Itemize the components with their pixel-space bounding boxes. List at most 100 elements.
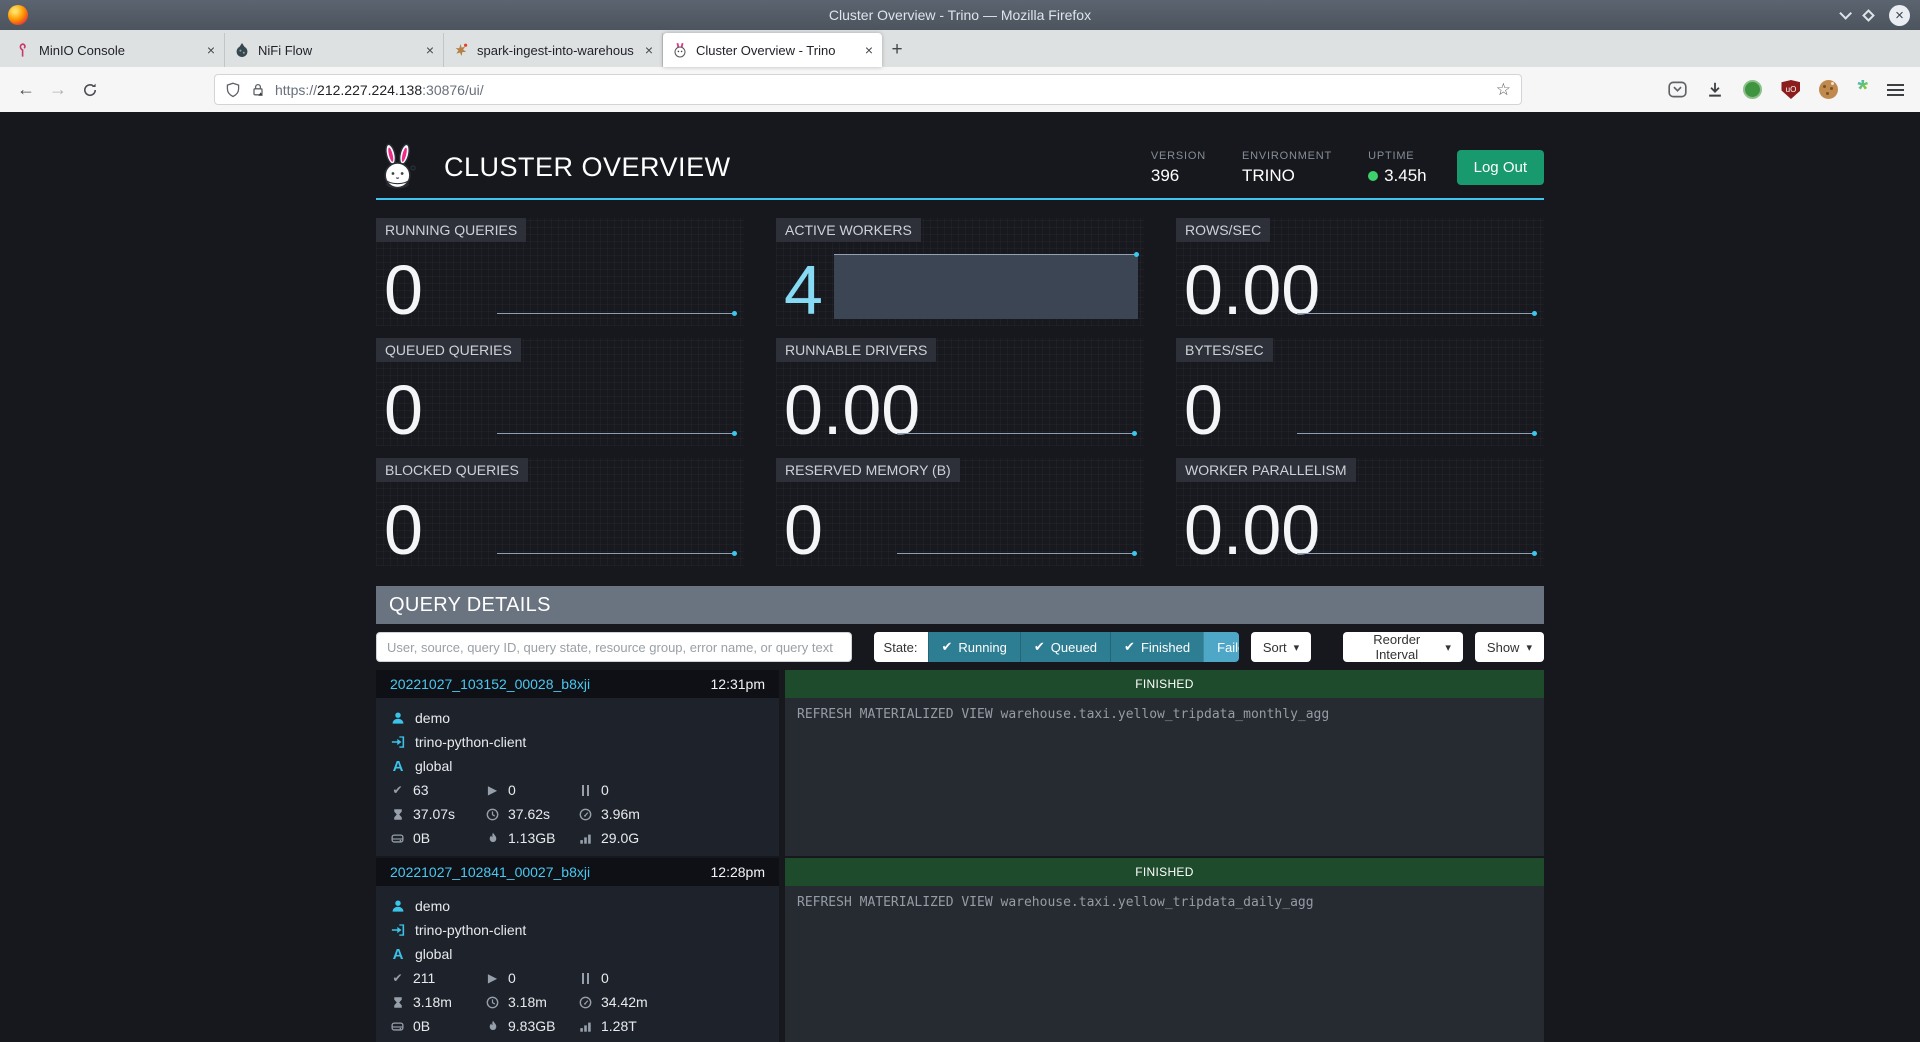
tab-bar: MinIO Console × NiFi Flow × spark-ingest… xyxy=(0,30,1920,67)
query-row: 20221027_102841_00027_b8xji 12:28pm FINI… xyxy=(376,858,1544,1042)
cpu-time-icon xyxy=(578,996,593,1009)
trino-logo xyxy=(376,142,420,194)
elapsed-time-icon xyxy=(485,996,500,1009)
window-close-icon[interactable]: × xyxy=(1889,5,1910,26)
extension-privacy-icon[interactable] xyxy=(1743,80,1762,99)
shield-icon[interactable] xyxy=(225,82,241,98)
window-maximize-icon[interactable] xyxy=(1862,9,1875,22)
tile-runnable-drivers: RUNNABLE DRIVERS 0.00 xyxy=(776,338,1144,446)
download-icon[interactable] xyxy=(1706,81,1724,99)
logout-button[interactable]: Log Out xyxy=(1457,150,1544,185)
queued-splits-icon xyxy=(578,973,593,984)
trino-page: CLUSTER OVERVIEW VERSION 396 ENVIRONMENT… xyxy=(0,112,1920,1042)
sparkline xyxy=(897,553,1135,554)
tile-queued-queries: QUEUED QUERIES 0 xyxy=(376,338,744,446)
state-running-button[interactable]: ✔ Running xyxy=(928,632,1020,662)
sparkline xyxy=(497,433,735,434)
tab-nifi-flow[interactable]: NiFi Flow × xyxy=(225,33,444,67)
query-source: trino-python-client xyxy=(415,922,526,938)
tab-cluster-overview[interactable]: Cluster Overview - Trino × xyxy=(663,33,882,67)
window-minimize-icon[interactable] xyxy=(1839,7,1852,20)
tab-title: NiFi Flow xyxy=(258,43,420,58)
back-icon[interactable]: ← xyxy=(10,74,42,106)
lock-icon[interactable] xyxy=(250,82,266,98)
chevron-down-icon: ▾ xyxy=(1526,641,1532,654)
minio-icon xyxy=(15,42,31,58)
peak-memory-icon xyxy=(485,1019,500,1033)
query-row: 20221027_103152_00028_b8xji 12:31pm FINI… xyxy=(376,670,1544,856)
query-filter-row: State: ✔ Running ✔ Queued ✔ Finished Fai… xyxy=(376,632,1544,662)
forward-icon[interactable]: → xyxy=(42,74,74,106)
menu-icon[interactable] xyxy=(1887,89,1904,91)
sparkline xyxy=(1297,433,1535,434)
new-tab-button[interactable]: + xyxy=(882,33,912,67)
query-id-link[interactable]: 20221027_103152_00028_b8xji xyxy=(390,676,590,692)
peak-memory-icon xyxy=(485,831,500,845)
tab-spark-notebook[interactable]: spark-ingest-into-warehous × xyxy=(444,33,663,67)
show-dropdown[interactable]: Show ▾ xyxy=(1475,632,1544,662)
completed-splits-icon: ✔ xyxy=(390,783,405,797)
reload-icon[interactable] xyxy=(74,74,106,106)
tab-title: Cluster Overview - Trino xyxy=(696,43,859,58)
cumulative-memory-icon xyxy=(578,832,593,845)
sort-dropdown[interactable]: Sort ▾ xyxy=(1251,632,1311,662)
tile-running-queries: RUNNING QUERIES 0 xyxy=(376,218,744,326)
user-icon xyxy=(390,899,406,913)
cookie-extension-icon[interactable] xyxy=(1819,80,1838,99)
check-icon: ✔ xyxy=(1034,639,1045,655)
search-input[interactable] xyxy=(376,632,852,662)
resource-group: global xyxy=(415,946,452,962)
url-bar[interactable]: https://212.227.224.138:30876/ui/ ☆ xyxy=(214,74,1522,105)
status-badge: FINISHED xyxy=(785,670,1544,698)
sparkline xyxy=(1297,313,1535,314)
sparkline xyxy=(897,433,1135,434)
sparkline xyxy=(497,313,735,314)
check-icon: ✔ xyxy=(1124,639,1135,655)
user-icon xyxy=(390,711,406,725)
state-failed-dropdown[interactable]: Failed ▾ xyxy=(1203,632,1239,662)
tab-close-icon[interactable]: × xyxy=(426,42,434,58)
query-user: demo xyxy=(415,710,450,726)
uptime-stat: UPTIME 3.45h xyxy=(1368,150,1427,186)
reorder-interval-dropdown[interactable]: Reorder Interval ▾ xyxy=(1343,632,1463,662)
status-badge: FINISHED xyxy=(785,858,1544,886)
asterisk-extension-icon[interactable]: * xyxy=(1857,80,1868,99)
version-stat: VERSION 396 xyxy=(1151,150,1206,186)
query-id-link[interactable]: 20221027_102841_00027_b8xji xyxy=(390,864,590,880)
query-source: trino-python-client xyxy=(415,734,526,750)
current-memory-icon xyxy=(390,832,405,845)
url-text: https://212.227.224.138:30876/ui/ xyxy=(275,82,484,98)
tile-rows-per-sec: ROWS/SEC 0.00 xyxy=(1176,218,1544,326)
window-titlebar: Cluster Overview - Trino — Mozilla Firef… xyxy=(0,0,1920,30)
cpu-time-icon xyxy=(578,808,593,821)
cluster-header: CLUSTER OVERVIEW VERSION 396 ENVIRONMENT… xyxy=(376,145,1544,200)
query-text: REFRESH MATERIALIZED VIEW warehouse.taxi… xyxy=(785,886,1544,1042)
tab-close-icon[interactable]: × xyxy=(207,42,215,58)
spark-notebook-icon xyxy=(453,42,469,58)
tab-close-icon[interactable]: × xyxy=(645,42,653,58)
current-memory-icon xyxy=(390,1020,405,1033)
tile-reserved-memory: RESERVED MEMORY (B) 0 xyxy=(776,458,1144,566)
stat-tiles: RUNNING QUERIES 0 ACTIVE WORKERS 4 ROWS/… xyxy=(376,218,1544,566)
wall-time-icon xyxy=(390,996,405,1009)
tab-minio-console[interactable]: MinIO Console × xyxy=(6,33,225,67)
resource-group-icon: A xyxy=(390,946,406,963)
chevron-down-icon: ▾ xyxy=(1445,641,1451,654)
resource-group: global xyxy=(415,758,452,774)
pocket-icon[interactable] xyxy=(1668,81,1687,98)
completed-splits-icon: ✔ xyxy=(390,971,405,985)
state-label: State: xyxy=(874,632,928,662)
state-finished-button[interactable]: ✔ Finished xyxy=(1110,632,1203,662)
running-splits-icon: ▶ xyxy=(485,971,500,985)
query-time: 12:31pm xyxy=(711,676,765,692)
queued-splits-icon xyxy=(578,785,593,796)
ublock-origin-icon[interactable]: uO xyxy=(1781,80,1800,99)
uptime-dot xyxy=(1368,171,1378,181)
state-queued-button[interactable]: ✔ Queued xyxy=(1020,632,1110,662)
environment-stat: ENVIRONMENT TRINO xyxy=(1242,150,1332,186)
chevron-down-icon: ▾ xyxy=(1294,641,1300,654)
tab-close-icon[interactable]: × xyxy=(865,42,873,58)
query-user: demo xyxy=(415,898,450,914)
bookmark-star-icon[interactable]: ☆ xyxy=(1496,80,1511,100)
page-title: CLUSTER OVERVIEW xyxy=(444,152,731,183)
